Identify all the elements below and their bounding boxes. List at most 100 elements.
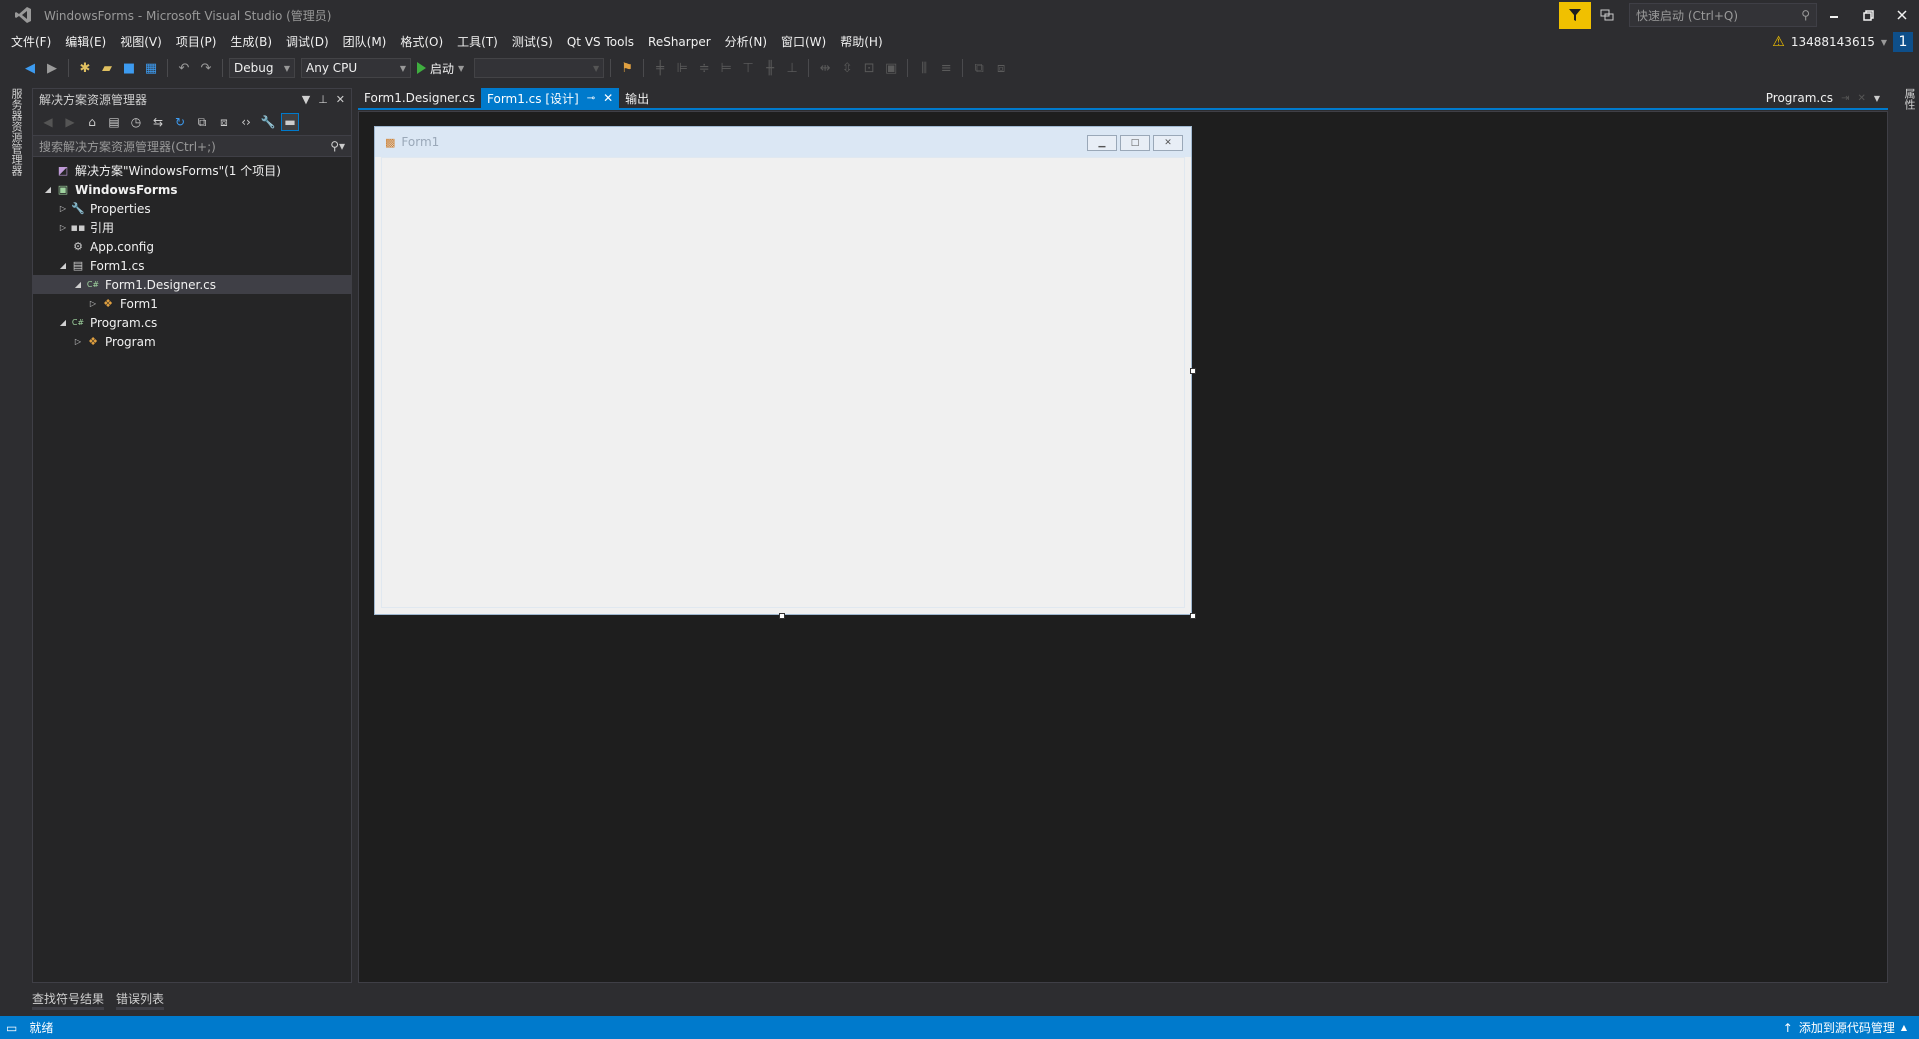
open-file-icon[interactable]: ▰: [97, 58, 117, 78]
menu-edit[interactable]: 编辑(E): [58, 31, 113, 53]
menu-debug[interactable]: 调试(D): [279, 31, 336, 53]
expand-arrow-icon[interactable]: ▷: [86, 299, 100, 308]
show-all-files-icon[interactable]: ⧈: [215, 113, 233, 131]
menu-window[interactable]: 窗口(W): [774, 31, 833, 53]
align-bottoms-icon[interactable]: ⊥: [782, 58, 802, 78]
align-lefts-icon[interactable]: ⊫: [672, 58, 692, 78]
make-same-height-icon[interactable]: ⇳: [837, 58, 857, 78]
collapse-all-icon[interactable]: ⧉: [193, 113, 211, 131]
warning-icon[interactable]: ⚠: [1772, 34, 1785, 50]
menu-analyze[interactable]: 分析(N): [718, 31, 774, 53]
back-navigation-icon[interactable]: ◀: [20, 58, 40, 78]
solution-configuration-select[interactable]: Debug ▼: [229, 58, 295, 78]
filter-notification-icon[interactable]: [1559, 1, 1591, 29]
send-to-back-icon[interactable]: ⧈: [991, 58, 1011, 78]
menu-team[interactable]: 团队(M): [336, 31, 394, 53]
menu-resharper[interactable]: ReSharper: [641, 31, 718, 53]
tree-item[interactable]: ◢ C# Form1.Designer.cs: [33, 275, 351, 294]
save-icon[interactable]: ■: [119, 58, 139, 78]
close-window-button[interactable]: [1885, 0, 1919, 30]
tab-list-dropdown-icon[interactable]: ▼: [1874, 94, 1880, 103]
forward-navigation-icon[interactable]: ▶: [42, 58, 62, 78]
menu-project[interactable]: 项目(P): [169, 31, 224, 53]
forward-icon[interactable]: ▶: [61, 113, 79, 131]
menu-qt-vs-tools[interactable]: Qt VS Tools: [560, 31, 641, 53]
horizontal-spacing-icon[interactable]: ⫼: [914, 58, 934, 78]
new-project-icon[interactable]: ✱: [75, 58, 95, 78]
start-debugging-button[interactable]: 启动 ▼: [413, 60, 468, 77]
restore-button[interactable]: [1851, 0, 1885, 30]
collapse-arrow-icon[interactable]: ◢: [41, 185, 55, 194]
menu-tools[interactable]: 工具(T): [450, 31, 505, 53]
expand-arrow-icon[interactable]: ▷: [56, 223, 70, 232]
resize-handle-right[interactable]: [1190, 368, 1196, 374]
tree-item[interactable]: ⚙ App.config: [33, 237, 351, 256]
tree-item[interactable]: ◩ 解决方案"WindowsForms"(1 个项目): [33, 161, 351, 180]
chevron-down-icon[interactable]: ▼: [1881, 38, 1887, 47]
form-client-area[interactable]: [381, 157, 1185, 608]
menu-test[interactable]: 测试(S): [505, 31, 560, 53]
collapse-arrow-icon[interactable]: ◢: [56, 318, 70, 327]
minimize-button[interactable]: [1817, 0, 1851, 30]
make-same-size-icon[interactable]: ▣: [881, 58, 901, 78]
tab-output[interactable]: 输出: [619, 88, 655, 108]
resize-handle-bottom[interactable]: [779, 613, 785, 619]
expand-arrow-icon[interactable]: ▷: [71, 337, 85, 346]
bring-to-front-icon[interactable]: ⧉: [969, 58, 989, 78]
tree-item[interactable]: ◢ ▣ WindowsForms: [33, 180, 351, 199]
menu-format[interactable]: 格式(O): [393, 31, 450, 53]
tree-item[interactable]: ▷ ❖ Form1: [33, 294, 351, 313]
close-panel-icon[interactable]: ✕: [336, 93, 345, 106]
back-icon[interactable]: ◀: [39, 113, 57, 131]
server-explorer-tab[interactable]: 服务器资源管理器: [8, 88, 24, 176]
align-centers-icon[interactable]: ≑: [694, 58, 714, 78]
menu-help[interactable]: 帮助(H): [833, 31, 889, 53]
tree-item[interactable]: ▷ ❖ Program: [33, 332, 351, 351]
dropdown-menu-icon[interactable]: ▼: [302, 93, 310, 106]
pending-changes-filter-icon[interactable]: ◷: [127, 113, 145, 131]
resize-handle-bottom-right[interactable]: [1190, 613, 1196, 619]
tab-form1-cs-design[interactable]: Form1.cs [设计] ⊸ ✕: [481, 88, 620, 108]
expand-arrow-icon[interactable]: ▷: [56, 204, 70, 213]
menu-view[interactable]: 视图(V): [113, 31, 169, 53]
feedback-icon[interactable]: [1591, 2, 1623, 29]
tree-item[interactable]: ▷ 🔧 Properties: [33, 199, 351, 218]
startup-item-select[interactable]: ▼: [474, 58, 605, 78]
form1-designer-window[interactable]: ▩ Form1 ▁ □ ✕: [374, 126, 1196, 619]
switch-views-icon[interactable]: ▤: [105, 113, 123, 131]
menu-build[interactable]: 生成(B): [223, 31, 279, 53]
save-all-icon[interactable]: ▦: [141, 58, 161, 78]
close-preview-tab-icon[interactable]: ✕: [1857, 93, 1865, 104]
menu-file[interactable]: 文件(F): [4, 31, 58, 53]
account-name[interactable]: 13488143615: [1791, 35, 1875, 49]
tab-form1-designer-cs[interactable]: Form1.Designer.cs: [358, 88, 481, 108]
properties-tab[interactable]: 属性: [1901, 88, 1917, 110]
notification-badge[interactable]: 1: [1893, 32, 1913, 52]
collapse-arrow-icon[interactable]: ◢: [71, 280, 85, 289]
tab-find-symbol-results[interactable]: 查找符号结果: [32, 988, 105, 1010]
preview-selected-items-icon[interactable]: ▬: [281, 113, 299, 131]
redo-icon[interactable]: ↷: [196, 58, 216, 78]
tree-item[interactable]: ◢ C# Program.cs: [33, 313, 351, 332]
keep-open-icon[interactable]: ⇥: [1841, 93, 1849, 104]
pin-icon[interactable]: ⊥: [318, 93, 328, 106]
tree-item[interactable]: ▷ ▪▪ 引用: [33, 218, 351, 237]
tab-order-icon[interactable]: ⚑: [617, 58, 637, 78]
pin-tab-icon[interactable]: ⊸: [587, 93, 595, 104]
align-rights-icon[interactable]: ⊨: [716, 58, 736, 78]
make-same-width-icon[interactable]: ⇹: [815, 58, 835, 78]
source-control-area[interactable]: ↑ 添加到源代码管理 ▲: [1783, 1016, 1907, 1039]
align-middles-icon[interactable]: ╫: [760, 58, 780, 78]
quick-launch-input[interactable]: 快速启动 (Ctrl+Q) ⚲: [1629, 3, 1817, 27]
properties-icon[interactable]: 🔧: [259, 113, 277, 131]
refresh-icon[interactable]: ↻: [171, 113, 189, 131]
sync-with-document-icon[interactable]: ⇆: [149, 113, 167, 131]
solution-platform-select[interactable]: Any CPU ▼: [301, 58, 411, 78]
vertical-spacing-icon[interactable]: ≡: [936, 58, 956, 78]
home-icon[interactable]: ⌂: [83, 113, 101, 131]
view-code-icon[interactable]: ‹›: [237, 113, 255, 131]
align-tops-icon[interactable]: ⊤: [738, 58, 758, 78]
solution-search-input[interactable]: 搜索解决方案资源管理器(Ctrl+;) ⚲▾: [33, 135, 351, 157]
align-to-grid-icon[interactable]: ╪: [650, 58, 670, 78]
size-to-grid-icon[interactable]: ⊡: [859, 58, 879, 78]
